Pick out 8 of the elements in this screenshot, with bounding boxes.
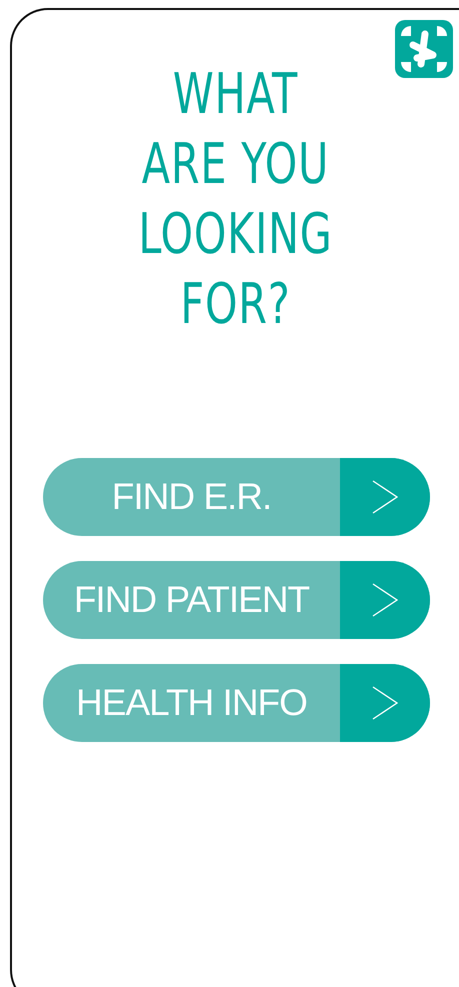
page-title: WHAT ARE YOU LOOKING FOR? — [138, 61, 333, 339]
chevron-right-icon — [372, 686, 398, 720]
menu-button[interactable]: FIND PATIENT — [43, 561, 430, 639]
chevron-right-icon — [372, 583, 398, 617]
logo-icon — [395, 20, 453, 78]
menu-button[interactable]: HEALTH INFO — [43, 664, 430, 742]
chevron-right-icon — [372, 480, 398, 514]
menu-button[interactable]: FIND E.R. — [43, 458, 430, 536]
